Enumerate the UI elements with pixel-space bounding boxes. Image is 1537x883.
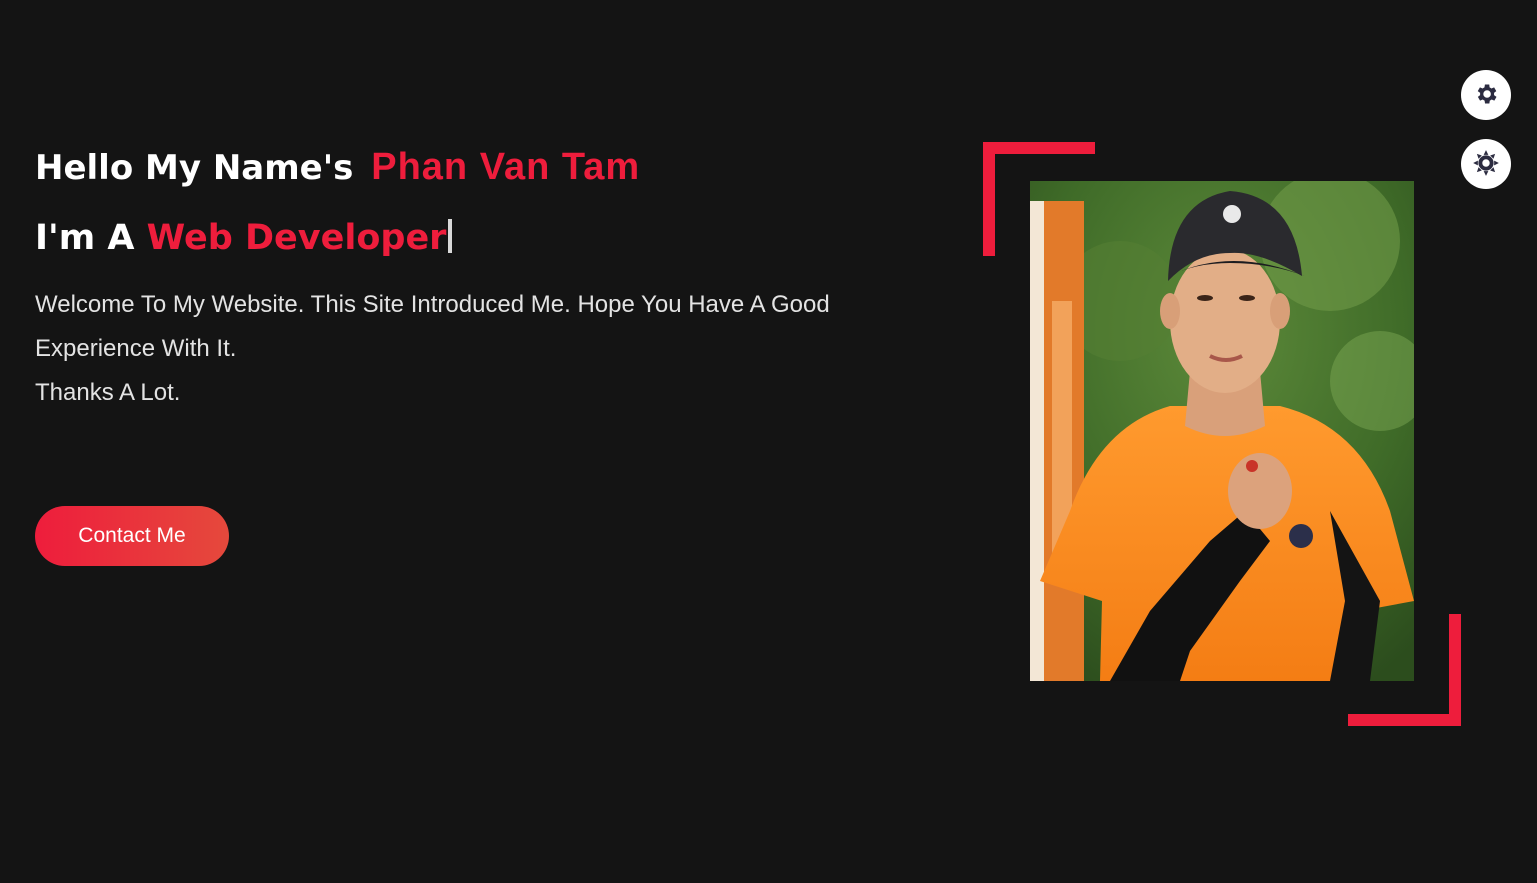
settings-button[interactable] xyxy=(1461,70,1511,120)
sun-icon xyxy=(1472,149,1500,180)
typing-cursor xyxy=(448,219,453,253)
frame-corner-bottom-right xyxy=(1348,714,1461,726)
greeting-heading: Hello My Name's Phan Van Tam xyxy=(35,142,935,193)
theme-toggle-button[interactable] xyxy=(1461,139,1511,189)
role-typed-text: Web Developer xyxy=(146,218,447,258)
owner-name: Phan Van Tam xyxy=(371,146,641,188)
page: Hello My Name's Phan Van Tam I'm A Web D… xyxy=(0,0,1537,883)
welcome-text: Welcome To My Website. This Site Introdu… xyxy=(35,283,915,415)
role-heading: I'm A Web Developer xyxy=(35,215,935,261)
greeting-prefix: Hello My Name's xyxy=(35,148,354,188)
welcome-line-2: Thanks A Lot. xyxy=(35,379,181,406)
frame-corner-top-left-vertical xyxy=(983,142,995,256)
profile-photo-frame xyxy=(983,142,1461,726)
gear-icon xyxy=(1473,81,1499,110)
role-prefix: I'm A xyxy=(35,218,135,258)
frame-corner-top-left xyxy=(983,142,1095,154)
profile-photo xyxy=(1030,181,1414,681)
hero-intro: Hello My Name's Phan Van Tam I'm A Web D… xyxy=(35,142,935,415)
welcome-line-1: Welcome To My Website. This Site Introdu… xyxy=(35,291,830,362)
contact-me-button[interactable]: Contact Me xyxy=(35,506,229,566)
frame-corner-bottom-right-vertical xyxy=(1449,614,1461,726)
